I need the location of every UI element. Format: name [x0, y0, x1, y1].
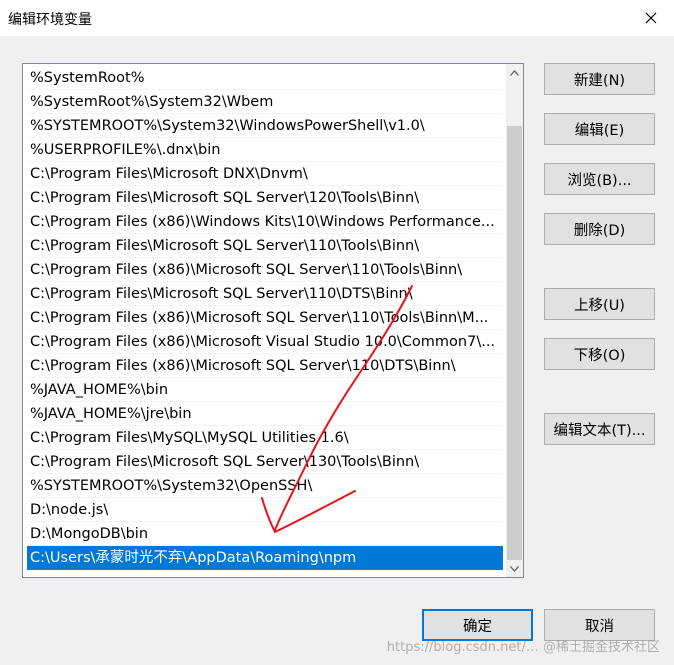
- chevron-up-icon: [510, 69, 519, 76]
- path-list-item[interactable]: C:\Program Files\Microsoft DNX\Dnvm\: [27, 162, 503, 186]
- path-list-item[interactable]: C:\Program Files\MySQL\MySQL Utilities 1…: [27, 426, 503, 450]
- path-list-item[interactable]: %USERPROFILE%\.dnx\bin: [27, 138, 503, 162]
- edit-button[interactable]: 编辑(E): [544, 113, 655, 145]
- edit-env-variable-dialog: 编辑环境变量 %SystemRoot% %SystemRoot%\System32…: [0, 0, 674, 665]
- chevron-down-icon: [510, 565, 519, 572]
- edit-text-button[interactable]: 编辑文本(T)...: [544, 413, 655, 445]
- path-list-item[interactable]: C:\Program Files (x86)\Microsoft SQL Ser…: [27, 306, 503, 330]
- scroll-up-button[interactable]: [506, 64, 523, 81]
- close-icon: [645, 12, 657, 24]
- path-list-item[interactable]: C:\Program Files (x86)\Microsoft SQL Ser…: [27, 258, 503, 282]
- vertical-scrollbar[interactable]: [506, 64, 523, 577]
- path-list-item[interactable]: C:\Program Files (x86)\Microsoft Visual …: [27, 330, 503, 354]
- path-list-item[interactable]: C:\Program Files\Microsoft SQL Server\11…: [27, 234, 503, 258]
- path-list-item[interactable]: C:\Program Files (x86)\Microsoft SQL Ser…: [27, 354, 503, 378]
- path-list-item[interactable]: %SystemRoot%\System32\Wbem: [27, 90, 503, 114]
- path-list-item[interactable]: %SYSTEMROOT%\System32\WindowsPowerShell\…: [27, 114, 503, 138]
- move-down-button[interactable]: 下移(O): [544, 338, 655, 370]
- close-button[interactable]: [628, 0, 674, 36]
- cancel-button[interactable]: 取消: [544, 609, 655, 641]
- browse-button[interactable]: 浏览(B)...: [544, 163, 655, 195]
- path-list-item[interactable]: D:\node.js\: [27, 498, 503, 522]
- path-list-item[interactable]: %JAVA_HOME%\bin: [27, 378, 503, 402]
- path-list[interactable]: %SystemRoot% %SystemRoot%\System32\Wbem %S…: [22, 63, 524, 578]
- path-list-item[interactable]: %SYSTEMROOT%\System32\OpenSSH\: [27, 474, 503, 498]
- path-list-rows: %SystemRoot% %SystemRoot%\System32\Wbem %S…: [27, 66, 503, 570]
- path-list-item[interactable]: %SystemRoot%: [27, 66, 503, 90]
- path-list-item[interactable]: C:\Program Files\Microsoft SQL Server\13…: [27, 450, 503, 474]
- move-up-button[interactable]: 上移(U): [544, 288, 655, 320]
- delete-button[interactable]: 删除(D): [544, 213, 655, 245]
- title-bar: 编辑环境变量: [0, 0, 674, 36]
- path-list-item[interactable]: %JAVA_HOME%\jre\bin: [27, 402, 503, 426]
- path-list-item[interactable]: C:\Program Files (x86)\Windows Kits\10\W…: [27, 210, 503, 234]
- ok-button[interactable]: 确定: [422, 609, 533, 641]
- scrollbar-thumb[interactable]: [507, 126, 522, 560]
- scroll-down-button[interactable]: [506, 560, 523, 577]
- window-title: 编辑环境变量: [8, 12, 92, 28]
- new-button[interactable]: 新建(N): [544, 63, 655, 95]
- path-list-item[interactable]: C:\Program Files\Microsoft SQL Server\11…: [27, 282, 503, 306]
- path-list-item[interactable]: D:\MongoDB\bin: [27, 522, 503, 546]
- path-list-item[interactable]: C:\Users\承蒙时光不弃\AppData\Roaming\npm: [27, 546, 503, 570]
- path-list-item[interactable]: C:\Program Files\Microsoft SQL Server\12…: [27, 186, 503, 210]
